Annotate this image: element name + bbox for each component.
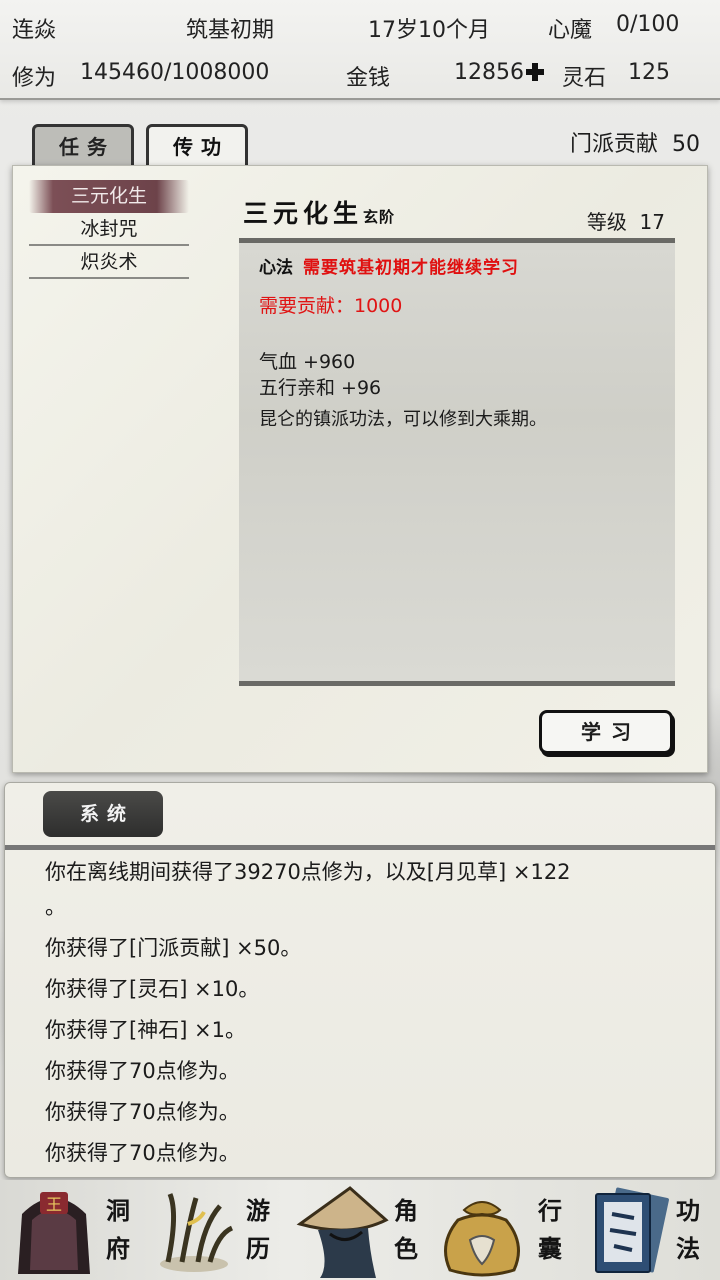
skill-type: 心法 <box>259 258 293 278</box>
system-log-panel: 系统 你在离线期间获得了39270点修为，以及[月见草] ×122 。 你获得了… <box>4 782 716 1178</box>
bottom-nav: 王 洞府 游历 角色 行囊 功 法 <box>0 1180 720 1280</box>
skill-detail-box: 心法 需要筑基初期才能继续学习 需要贡献：1000 气血 +960 五行亲和 +9… <box>239 238 675 686</box>
tab-tasks[interactable]: 任务 <box>32 124 134 168</box>
log-line: 。 <box>45 895 66 919</box>
skill-panel: 三元化生 冰封咒 炽炎术 三元化生玄阶 等级 17 心法 需要筑基初期才能继续学习… <box>12 165 708 773</box>
log-line: 你获得了[门派贡献] ×50。 <box>45 936 302 960</box>
cave-dwelling-icon: 王 <box>18 1192 90 1274</box>
log-list[interactable]: 你在离线期间获得了39270点修为，以及[月见草] ×122 。 你获得了[门派… <box>45 857 685 1179</box>
stat-hp: 气血 +960 <box>259 351 356 373</box>
status-bar: 连焱 筑基初期 17岁10个月 心魔 0/100 修为 145460/10080… <box>0 0 720 100</box>
svg-text:王: 王 <box>46 1195 62 1214</box>
character-icon <box>296 1186 389 1278</box>
skill-type-line: 心法 需要筑基初期才能继续学习 <box>259 253 519 278</box>
skill-item-chiyan[interactable]: 炽炎术 <box>29 246 189 279</box>
travel-icon <box>160 1193 234 1272</box>
tab-system[interactable]: 系统 <box>43 791 163 837</box>
log-line: 你获得了[神石] ×1。 <box>45 1018 247 1042</box>
age: 17岁10个月 <box>368 18 490 43</box>
cultivation-label: 修为 <box>12 66 57 91</box>
spirit-stone-value: 125 <box>628 60 670 85</box>
nav-skills[interactable]: 功法 <box>578 1180 720 1280</box>
realm: 筑基初期 <box>186 18 275 43</box>
log-line: 你获得了70点修为。 <box>45 1059 240 1083</box>
spirit-stone-label: 灵石 <box>562 66 607 91</box>
log-line: 你获得了[灵石] ×10。 <box>45 977 260 1001</box>
skill-requirement: 需要筑基初期才能继续学习 <box>303 258 519 278</box>
player-name: 连焱 <box>12 18 57 43</box>
log-divider <box>5 845 715 850</box>
manual-icon <box>595 1187 669 1273</box>
money-value: 12856 <box>454 60 546 85</box>
nav-bag[interactable]: 行囊 <box>432 1180 572 1280</box>
stat-elemental-affinity: 五行亲和 +96 <box>259 377 382 399</box>
skill-grade: 玄阶 <box>363 208 396 226</box>
log-line: 你获得了70点修为。 <box>45 1141 240 1165</box>
bag-icon <box>444 1201 520 1277</box>
skill-title: 三元化生玄阶 <box>243 199 396 228</box>
heart-demon-label: 心魔 <box>548 18 593 43</box>
contribution-cost: 需要贡献：1000 <box>259 295 403 317</box>
skill-item-sanyuan[interactable]: 三元化生 <box>29 180 189 213</box>
skill-description: 昆仑的镇派功法，可以修到大乘期。 <box>259 409 547 430</box>
nav-travel[interactable]: 游历 <box>140 1180 280 1280</box>
nav-cave-dwelling[interactable]: 王 洞府 <box>0 1180 140 1280</box>
log-line: 你获得了70点修为。 <box>45 1100 240 1124</box>
learn-button[interactable]: 学习 <box>539 710 673 754</box>
log-line: 你在离线期间获得了39270点修为，以及[月见草] ×122 <box>45 860 571 884</box>
skill-item-bingfeng[interactable]: 冰封咒 <box>29 213 189 246</box>
nav-character[interactable]: 角色 <box>290 1180 430 1280</box>
skill-level: 等级 17 <box>586 210 665 234</box>
tab-transmit-skill[interactable]: 传功 <box>146 124 248 168</box>
skill-list: 三元化生 冰封咒 炽炎术 <box>29 180 189 279</box>
cultivation-value: 145460/1008000 <box>80 60 270 85</box>
heart-demon-value: 0/100 <box>616 12 680 37</box>
sect-contribution: 门派贡献 50 <box>569 132 700 157</box>
cross-icon <box>526 63 544 81</box>
money-label: 金钱 <box>346 66 391 91</box>
